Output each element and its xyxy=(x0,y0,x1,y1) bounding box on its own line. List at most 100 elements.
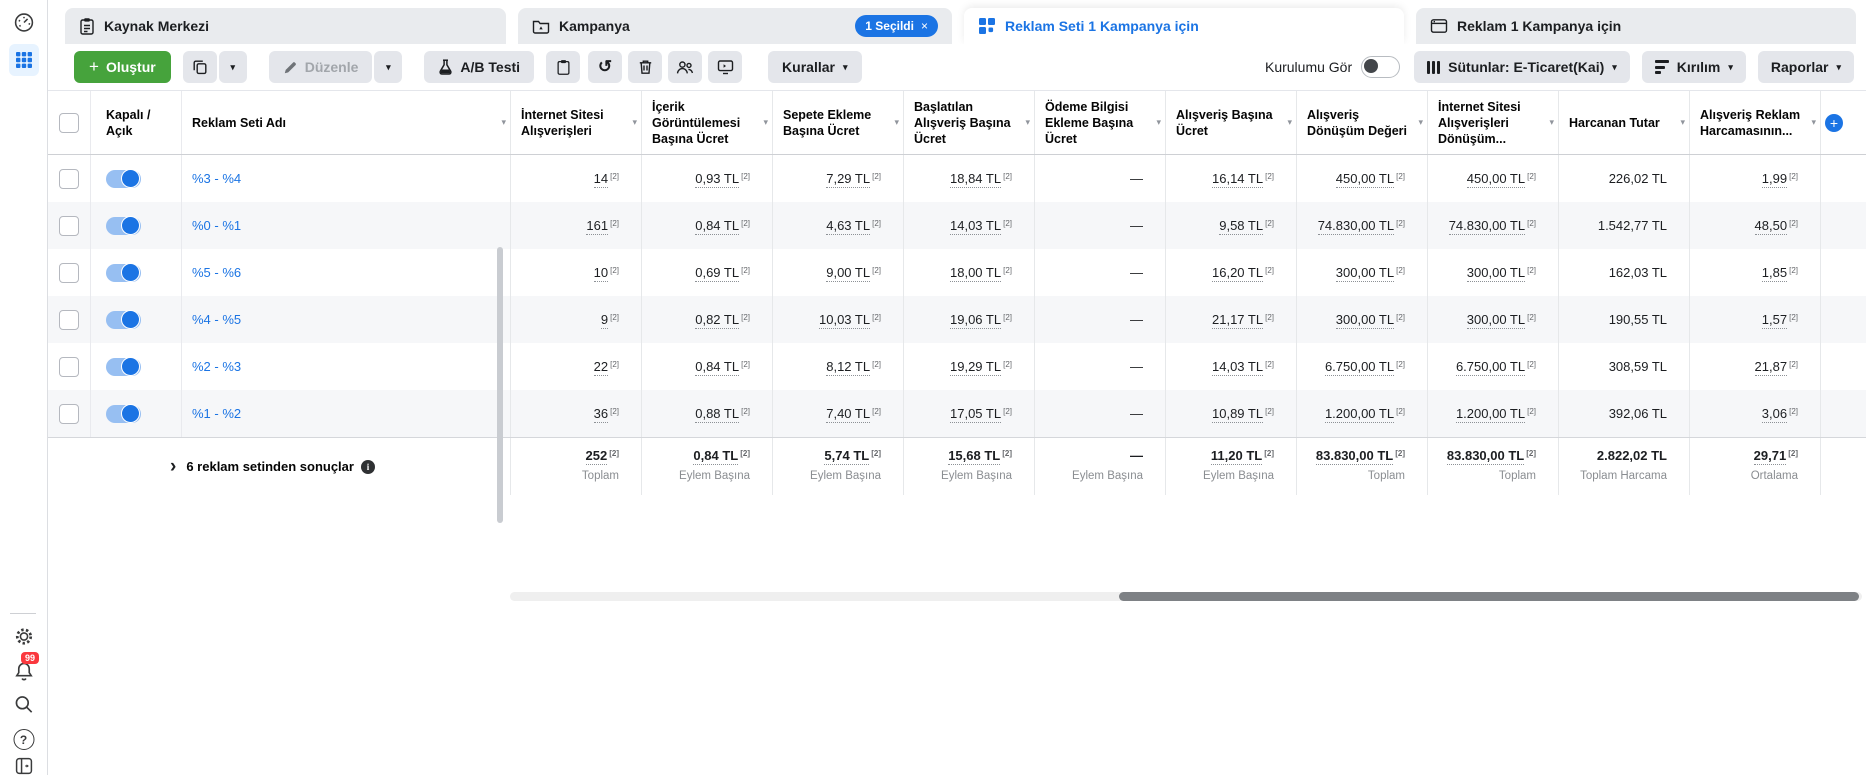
clear-selection-icon[interactable]: × xyxy=(921,19,928,33)
value-text[interactable]: 5,74 TL xyxy=(824,448,869,465)
tab-ad-sets[interactable]: Reklam Seti 1 Kampanya için xyxy=(964,8,1404,44)
value-text[interactable]: 1.200,00 TL xyxy=(1456,406,1525,423)
value-text[interactable]: 252 xyxy=(586,448,608,465)
value-text[interactable]: 6.750,00 TL xyxy=(1325,359,1394,376)
audiences-button[interactable] xyxy=(668,51,702,83)
value-text[interactable]: 17,05 TL xyxy=(950,406,1001,423)
value-text[interactable]: 19,06 TL xyxy=(950,312,1001,329)
value-text[interactable]: 21,17 TL xyxy=(1212,312,1263,329)
row-toggle[interactable] xyxy=(106,311,141,329)
horizontal-scrollbar-thumb[interactable] xyxy=(1119,592,1859,601)
preview-button[interactable] xyxy=(708,51,742,83)
value-text[interactable]: 74.830,00 TL xyxy=(1449,218,1525,235)
value-text[interactable]: 14,03 TL xyxy=(950,218,1001,235)
column-header[interactable]: Sepete Ekleme Başına Ücret▾ xyxy=(772,91,903,154)
column-header[interactable]: Alışveriş Reklam Harcamasının...▾ xyxy=(1689,91,1820,154)
value-text[interactable]: 300,00 TL xyxy=(1336,312,1394,329)
adset-name-link[interactable]: %4 - %5 xyxy=(192,312,241,327)
selected-count-pill[interactable]: 1 Seçildi × xyxy=(855,15,938,37)
value-text[interactable]: 14 xyxy=(594,171,608,188)
reports-button[interactable]: Raporlar ▾ xyxy=(1758,51,1854,83)
value-text[interactable]: 450,00 TL xyxy=(1336,171,1394,188)
value-text[interactable]: 300,00 TL xyxy=(1336,265,1394,282)
value-text[interactable]: 0,82 TL xyxy=(695,312,739,329)
sort-caret-icon[interactable]: ▾ xyxy=(763,117,768,128)
breakdown-button[interactable]: Kırılım ▾ xyxy=(1642,51,1746,83)
value-text[interactable]: 83.830,00 TL xyxy=(1447,448,1524,465)
value-text[interactable]: 1,85 xyxy=(1762,265,1787,282)
tab-resource-center[interactable]: Kaynak Merkezi xyxy=(65,8,506,44)
sort-caret-icon[interactable]: ▾ xyxy=(632,117,637,128)
value-text[interactable]: 0,84 TL xyxy=(695,359,739,376)
row-checkbox[interactable] xyxy=(59,263,79,283)
column-header[interactable]: İnternet Sitesi Alışverişleri▾ xyxy=(510,91,641,154)
value-text[interactable]: 300,00 TL xyxy=(1467,312,1525,329)
edit-button[interactable]: Düzenle xyxy=(269,51,373,83)
value-text[interactable]: 1,99 xyxy=(1762,171,1787,188)
tab-ads[interactable]: Reklam 1 Kampanya için xyxy=(1416,8,1856,44)
adset-name-link[interactable]: %0 - %1 xyxy=(192,218,241,233)
value-text[interactable]: 10 xyxy=(594,265,608,282)
ab-test-button[interactable]: A/B Testi xyxy=(424,51,534,83)
delete-button[interactable] xyxy=(628,51,662,83)
row-toggle[interactable] xyxy=(106,264,141,282)
value-text[interactable]: 83.830,00 TL xyxy=(1316,448,1393,465)
column-header[interactable]: İnternet Sitesi Alışverişleri Dönüşüm...… xyxy=(1427,91,1558,154)
value-text[interactable]: 0,84 TL xyxy=(695,218,739,235)
tab-campaigns[interactable]: Kampanya 1 Seçildi × xyxy=(518,8,952,44)
duplicate-dropdown-button[interactable]: ▾ xyxy=(219,51,247,83)
column-header[interactable]: Alışveriş Dönüşüm Değeri▾ xyxy=(1296,91,1427,154)
value-text[interactable]: 19,29 TL xyxy=(950,359,1001,376)
row-toggle[interactable] xyxy=(106,358,141,376)
sort-caret-icon[interactable]: ▾ xyxy=(1025,117,1030,128)
value-text[interactable]: 1.200,00 TL xyxy=(1325,406,1394,423)
value-text[interactable]: 161 xyxy=(586,218,608,235)
row-toggle[interactable] xyxy=(106,170,141,188)
value-text[interactable]: 74.830,00 TL xyxy=(1318,218,1394,235)
sort-caret-icon[interactable]: ▾ xyxy=(501,117,506,128)
value-text[interactable]: 48,50 xyxy=(1755,218,1788,235)
sort-caret-icon[interactable]: ▾ xyxy=(1418,117,1423,128)
value-text[interactable]: 6.750,00 TL xyxy=(1456,359,1525,376)
adset-name-link[interactable]: %5 - %6 xyxy=(192,265,241,280)
value-text[interactable]: 14,03 TL xyxy=(1212,359,1263,376)
value-text[interactable]: 9 xyxy=(601,312,608,329)
value-text[interactable]: 0,69 TL xyxy=(695,265,739,282)
edit-dropdown-button[interactable]: ▾ xyxy=(374,51,402,83)
adset-name-link[interactable]: %3 - %4 xyxy=(192,171,241,186)
value-text[interactable]: 16,20 TL xyxy=(1212,265,1263,282)
collapse-panel-button[interactable] xyxy=(15,757,33,775)
value-text[interactable]: 300,00 TL xyxy=(1467,265,1525,282)
value-text[interactable]: 16,14 TL xyxy=(1212,171,1263,188)
row-checkbox[interactable] xyxy=(59,404,79,424)
value-text[interactable]: 9,00 TL xyxy=(826,265,870,282)
column-header[interactable]: Alışveriş Başına Ücret▾ xyxy=(1165,91,1296,154)
duplicate-button[interactable] xyxy=(183,51,217,83)
value-text[interactable]: 10,03 TL xyxy=(819,312,870,329)
account-overview-icon[interactable] xyxy=(13,12,34,33)
row-checkbox[interactable] xyxy=(59,357,79,377)
value-text[interactable]: 7,29 TL xyxy=(826,171,870,188)
value-text[interactable]: 3,06 xyxy=(1762,406,1787,423)
sort-caret-icon[interactable]: ▾ xyxy=(894,117,899,128)
create-button[interactable]: + Oluştur xyxy=(74,51,171,83)
expand-summary-icon[interactable]: › xyxy=(170,457,176,476)
value-text[interactable]: 0,93 TL xyxy=(695,171,739,188)
column-header[interactable]: Başlatılan Alışveriş Başına Ücret▾ xyxy=(903,91,1034,154)
value-text[interactable]: 21,87 xyxy=(1755,359,1788,376)
select-all-checkbox[interactable] xyxy=(59,113,79,133)
column-header[interactable]: Harcanan Tutar▾ xyxy=(1558,91,1689,154)
undo-button[interactable]: ↺ xyxy=(588,51,622,83)
columns-button[interactable]: Sütunlar: E-Ticaret(Kai) ▾ xyxy=(1414,51,1630,83)
sidebar-item-campaigns[interactable] xyxy=(9,44,39,76)
value-text[interactable]: 450,00 TL xyxy=(1467,171,1525,188)
rules-button[interactable]: Kurallar ▾ xyxy=(768,51,861,83)
value-text[interactable]: 10,89 TL xyxy=(1212,406,1263,423)
help-button[interactable]: ? xyxy=(13,729,34,750)
sort-caret-icon[interactable]: ▾ xyxy=(1680,117,1685,128)
column-header[interactable]: Ödeme Bilgisi Ekleme Başına Ücret▾ xyxy=(1034,91,1165,154)
add-column-button[interactable]: + xyxy=(1825,114,1843,132)
value-text[interactable]: 4,63 TL xyxy=(826,218,870,235)
value-text[interactable]: 0,84 TL xyxy=(693,448,738,465)
value-text[interactable]: 36 xyxy=(594,406,608,423)
